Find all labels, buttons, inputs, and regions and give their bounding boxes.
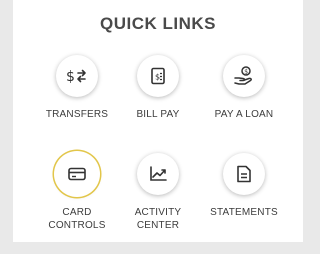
svg-text:$: $ [155, 73, 160, 82]
pay-a-loan-label: PAY A LOAN [214, 109, 274, 120]
statements-label: STATEMENTS [210, 207, 278, 218]
activity-center-label: ACTIVITY CENTER [134, 207, 182, 231]
svg-text:$: $ [66, 69, 75, 84]
bill-icon: $ [150, 67, 166, 85]
bill-pay-label: BILL PAY [136, 109, 180, 120]
transfers-icon-circle[interactable]: $ [56, 55, 98, 97]
activity-center-icon-circle[interactable] [137, 153, 179, 195]
transfer-icon: $ [66, 68, 88, 84]
pay-a-loan-icon-circle[interactable]: $ [223, 55, 265, 97]
pay-a-loan-link[interactable]: $ PAY A LOAN [196, 55, 292, 121]
statement-icon [236, 165, 252, 183]
bill-pay-icon-circle[interactable]: $ [137, 55, 179, 97]
bill-pay-link[interactable]: $ BILL PAY [110, 55, 206, 121]
card-controls-icon-circle[interactable] [56, 153, 98, 195]
chart-icon [149, 166, 167, 182]
activity-center-link[interactable]: ACTIVITY CENTER [110, 153, 206, 232]
quick-links-panel: QUICK LINKS $ TRANSFERS $ BILL PAY $ PAY… [13, 0, 303, 242]
statements-icon-circle[interactable] [223, 153, 265, 195]
loan-icon: $ [233, 66, 255, 86]
card-icon [68, 167, 86, 181]
statements-link[interactable]: STATEMENTS [196, 153, 292, 219]
svg-text:$: $ [244, 69, 248, 76]
panel-title: QUICK LINKS [100, 14, 216, 33]
